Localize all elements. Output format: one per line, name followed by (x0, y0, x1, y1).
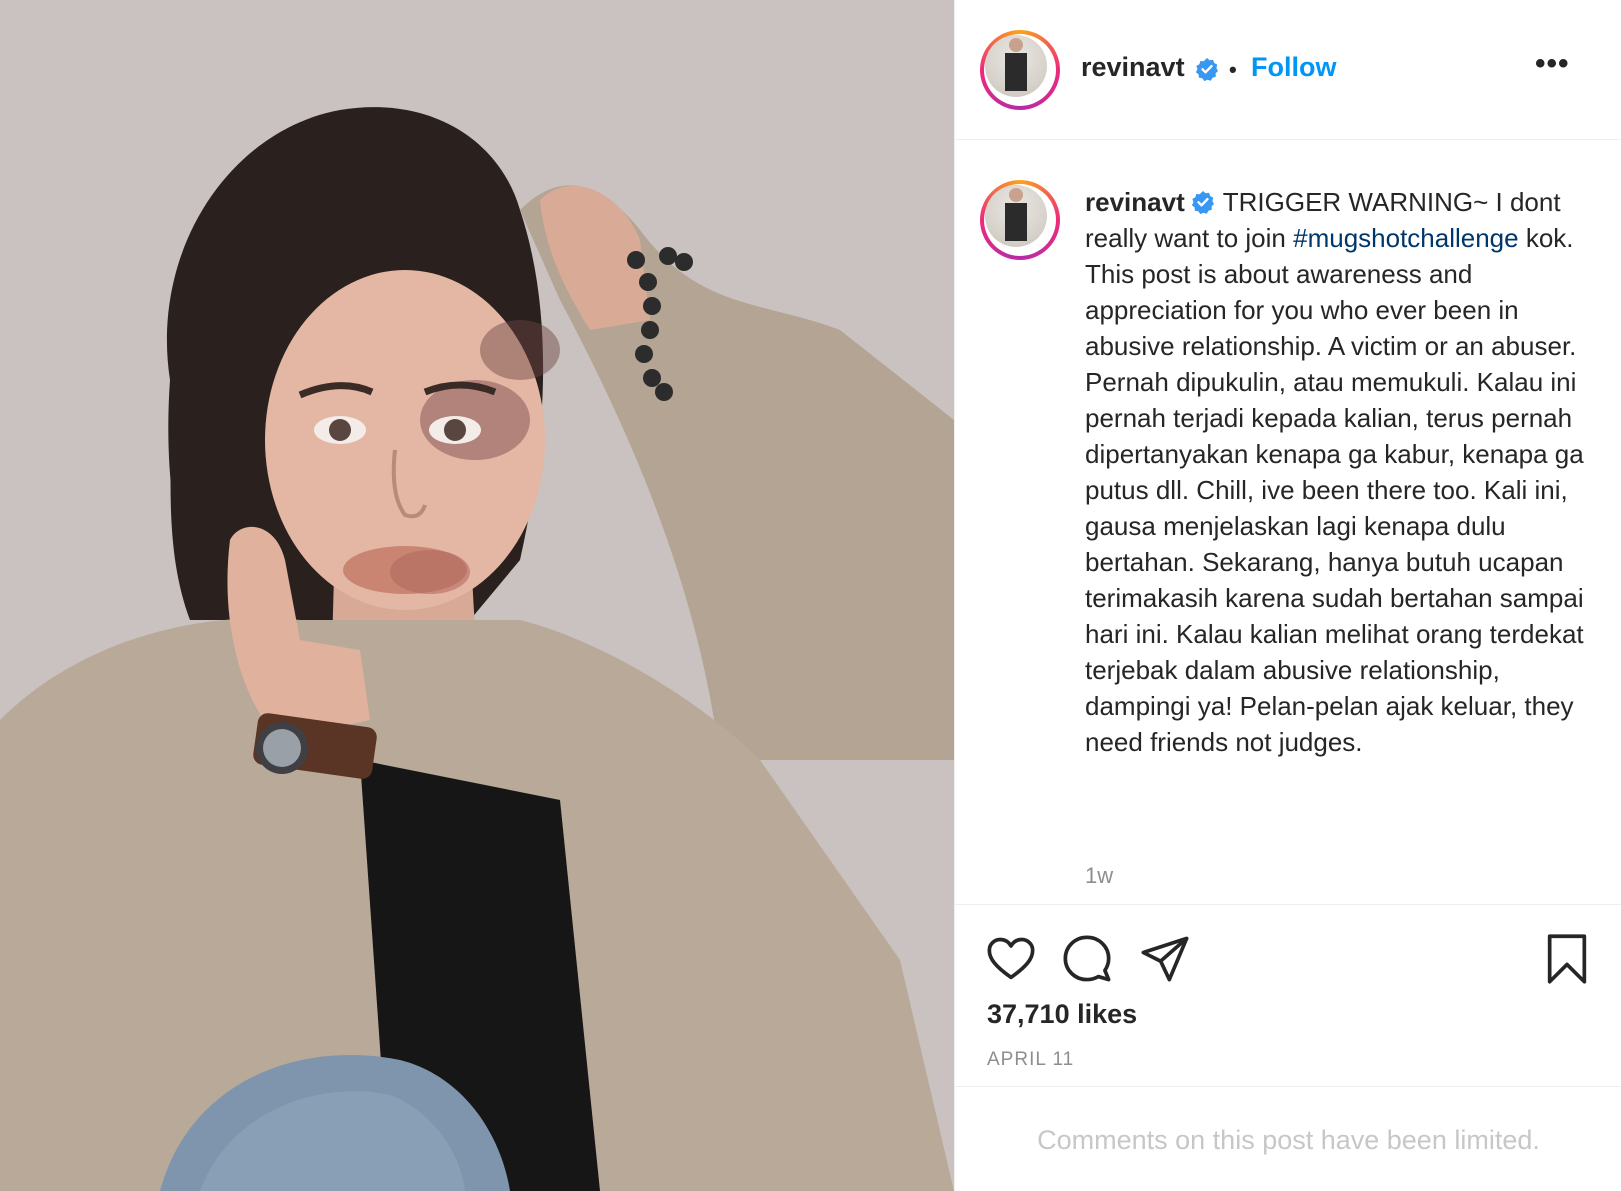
comments-section: Comments on this post have been limited. (955, 1086, 1621, 1191)
username[interactable]: revinavt (1081, 52, 1185, 83)
caption-text: revinavt TRIGGER WARNING~ I dont really w… (1085, 184, 1595, 760)
verified-badge-icon (1191, 191, 1214, 214)
comment-bubble-icon[interactable] (1061, 933, 1113, 985)
post-photo[interactable] (0, 0, 954, 1191)
comments-limited-notice: Comments on this post have been limited. (1037, 1125, 1540, 1155)
likes-count[interactable]: 37,710 likes (987, 999, 1137, 1030)
caption-username[interactable]: revinavt (1085, 187, 1185, 217)
avatar[interactable] (980, 30, 1060, 110)
caption-body-rest: kok. This post is about awareness and ap… (1085, 223, 1584, 757)
post-side-panel: revinavt • Follow ••• revinavt TRIGGER WA… (954, 0, 1621, 1191)
instagram-post: revinavt • Follow ••• revinavt TRIGGER WA… (0, 0, 1621, 1191)
post-date: APRIL 11 (987, 1049, 1075, 1070)
bookmark-icon[interactable] (1541, 933, 1593, 985)
separator-dot: • (1229, 57, 1237, 82)
caption-avatar[interactable] (980, 180, 1060, 260)
follow-button[interactable]: Follow (1251, 52, 1336, 83)
post-time-ago[interactable]: 1w (1085, 863, 1113, 889)
more-options-icon[interactable]: ••• (1535, 49, 1570, 79)
verified-badge-icon (1195, 58, 1218, 81)
heart-icon[interactable] (985, 933, 1037, 985)
hashtag-link[interactable]: #mugshotchallenge (1293, 223, 1519, 253)
caption-block: revinavt TRIGGER WARNING~ I dont really w… (955, 140, 1621, 904)
portrait-illustration (0, 0, 954, 1191)
post-header: revinavt • Follow ••• (955, 0, 1621, 140)
post-actions: 37,710 likes APRIL 11 (955, 904, 1621, 1086)
paper-plane-icon[interactable] (1139, 933, 1191, 985)
